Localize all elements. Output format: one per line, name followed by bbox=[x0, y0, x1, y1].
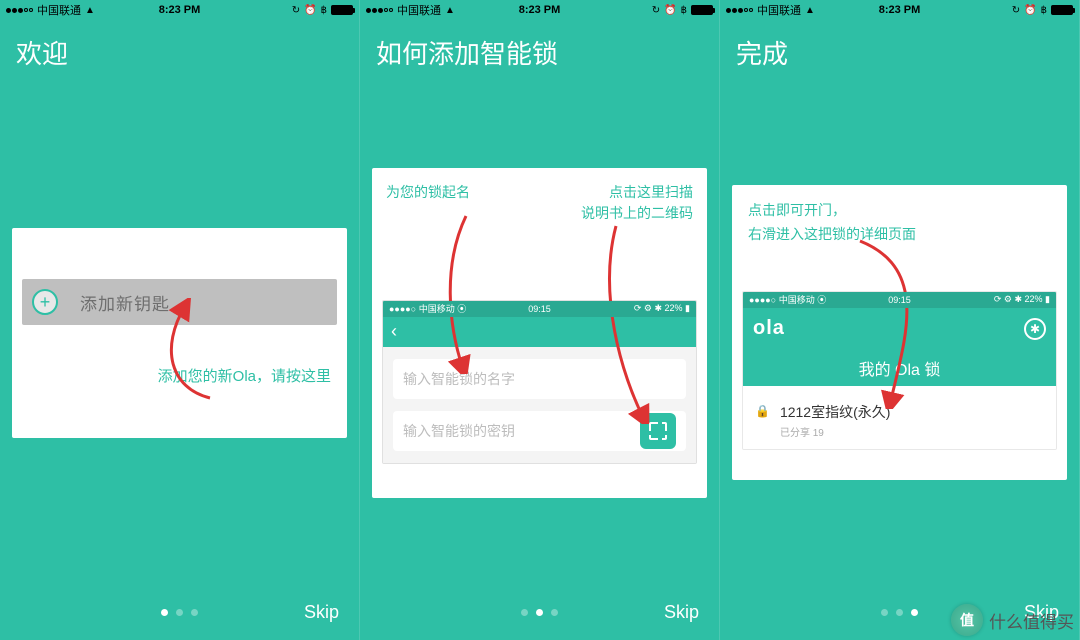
page-title: 欢迎 bbox=[0, 20, 359, 81]
demo-screenshot: ●●●●○ 中国移动 ⦿ 09:15 ⟳ ⚙ ✱ 22% ▮ ‹ 输入智能锁的名… bbox=[382, 300, 697, 464]
demo-nav-bar: ‹ bbox=[383, 317, 696, 347]
battery-icon bbox=[691, 5, 713, 15]
hint-scan-qr: 点击这里扫描 说明书上的二维码 bbox=[581, 182, 693, 224]
page-title: 如何添加智能锁 bbox=[360, 20, 719, 81]
demo-nav-bar: ola ✱ bbox=[743, 308, 1056, 350]
wifi-icon: ▲ bbox=[445, 5, 455, 16]
add-key-label: 添加新钥匙 bbox=[80, 290, 170, 315]
bluetooth-icon: ฿ bbox=[681, 5, 687, 16]
carrier-label: 中国联通 bbox=[37, 2, 81, 18]
status-time: 8:23 PM bbox=[519, 4, 561, 16]
alarm-icon: ⏰ bbox=[664, 5, 676, 16]
onboarding-screen-1: 中国联通 ▲ 8:23 PM ↻ ⏰ ฿ 欢迎 + 添加新钥匙 添加您的新Ola… bbox=[0, 0, 360, 640]
hint-text: 点击即可开门， 右滑进入这把锁的详细页面 bbox=[742, 199, 1057, 251]
lock-item-title: 1212室指纹(永久) bbox=[780, 402, 890, 422]
status-bar: 中国联通 ▲ 8:23 PM ↻ ⏰ ฿ bbox=[720, 0, 1079, 20]
tutorial-card: 点击即可开门， 右滑进入这把锁的详细页面 ●●●●○ 中国移动 ⦿ 09:15 … bbox=[732, 185, 1067, 480]
signal-icon bbox=[366, 8, 393, 13]
wifi-icon: ▲ bbox=[85, 5, 95, 16]
onboarding-footer: Skip bbox=[0, 584, 359, 640]
gear-icon: ✱ bbox=[1030, 322, 1040, 336]
battery-icon bbox=[331, 5, 353, 15]
lock-name-input[interactable]: 输入智能锁的名字 bbox=[393, 359, 686, 399]
lock-list-item[interactable]: 🔒 1212室指纹(永久) 已分享 19 bbox=[743, 386, 1056, 449]
orientation-lock-icon: ↻ bbox=[652, 5, 660, 16]
signal-icon bbox=[726, 8, 753, 13]
page-indicator bbox=[161, 609, 198, 616]
carrier-label: 中国联通 bbox=[757, 2, 801, 18]
back-icon[interactable]: ‹ bbox=[391, 321, 397, 342]
page-indicator bbox=[881, 609, 918, 616]
demo-screenshot: ●●●●○ 中国移动 ⦿ 09:15 ⟳ ⚙ ✱ 22% ▮ ola ✱ 我的 … bbox=[742, 291, 1057, 450]
status-bar: 中国联通 ▲ 8:23 PM ↻ ⏰ ฿ bbox=[0, 0, 359, 20]
orientation-lock-icon: ↻ bbox=[292, 5, 300, 16]
tutorial-card: + 添加新钥匙 添加您的新Ola，请按这里 bbox=[12, 228, 347, 438]
status-time: 8:23 PM bbox=[879, 4, 921, 16]
page-title: 完成 bbox=[720, 20, 1079, 81]
watermark: 值 什么值得买 bbox=[951, 604, 1074, 636]
qr-icon bbox=[649, 422, 667, 440]
alarm-icon: ⏰ bbox=[304, 5, 316, 16]
demo-status-bar: ●●●●○ 中国移动 ⦿ 09:15 ⟳ ⚙ ✱ 22% ▮ bbox=[743, 292, 1056, 308]
wifi-icon: ▲ bbox=[805, 5, 815, 16]
status-time: 8:23 PM bbox=[159, 4, 201, 16]
lock-item-subtitle: 已分享 19 bbox=[780, 424, 890, 439]
alarm-icon: ⏰ bbox=[1024, 5, 1036, 16]
bluetooth-icon: ฿ bbox=[321, 5, 327, 16]
carrier-label: 中国联通 bbox=[397, 2, 441, 18]
lock-key-input[interactable]: 输入智能锁的密钥 bbox=[393, 411, 686, 451]
onboarding-screen-2: 中国联通 ▲ 8:23 PM ↻ ⏰ ฿ 如何添加智能锁 为您的锁起名 点击这里… bbox=[360, 0, 720, 640]
watermark-badge: 值 bbox=[951, 604, 983, 636]
battery-icon bbox=[1051, 5, 1073, 15]
ola-logo: ola bbox=[753, 317, 785, 340]
section-header: 我的 Ola 锁 bbox=[743, 350, 1056, 386]
hint-name-lock: 为您的锁起名 bbox=[386, 182, 470, 224]
lock-icon: 🔒 bbox=[755, 404, 770, 418]
page-indicator bbox=[521, 609, 558, 616]
plus-icon: + bbox=[32, 289, 58, 315]
status-bar: 中国联通 ▲ 8:23 PM ↻ ⏰ ฿ bbox=[360, 0, 719, 20]
skip-button[interactable]: Skip bbox=[304, 602, 339, 623]
onboarding-screen-3: 中国联通 ▲ 8:23 PM ↻ ⏰ ฿ 完成 点击即可开门， 右滑进入这把锁的… bbox=[720, 0, 1080, 640]
hint-text: 添加您的新Ola，请按这里 bbox=[22, 325, 337, 386]
add-key-button[interactable]: + 添加新钥匙 bbox=[22, 279, 337, 325]
scan-qr-button[interactable] bbox=[640, 413, 676, 449]
watermark-text: 什么值得买 bbox=[989, 608, 1074, 633]
demo-status-bar: ●●●●○ 中国移动 ⦿ 09:15 ⟳ ⚙ ✱ 22% ▮ bbox=[383, 301, 696, 317]
signal-icon bbox=[6, 8, 33, 13]
skip-button[interactable]: Skip bbox=[664, 602, 699, 623]
tutorial-card: 为您的锁起名 点击这里扫描 说明书上的二维码 ●●●●○ 中国移动 ⦿ 09:1… bbox=[372, 168, 707, 498]
orientation-lock-icon: ↻ bbox=[1012, 5, 1020, 16]
settings-button[interactable]: ✱ bbox=[1024, 318, 1046, 340]
bluetooth-icon: ฿ bbox=[1041, 5, 1047, 16]
onboarding-footer: Skip bbox=[360, 584, 719, 640]
